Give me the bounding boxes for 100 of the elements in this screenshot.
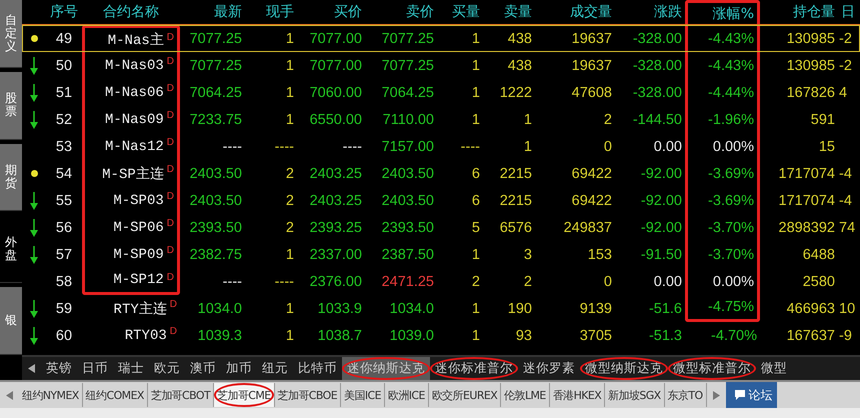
table-cell-text: 1 — [470, 246, 481, 264]
market-tab[interactable]: 英镑 — [41, 357, 77, 380]
market-tab[interactable]: 加币 — [221, 357, 257, 380]
table-cell-text: 58 — [54, 272, 74, 292]
table-cell-text: 2393.50 — [188, 218, 243, 238]
quote-row[interactable]: 60 RTY03 D 1039.3 1 1038.7 1039.0 1 93 3705 -51.3 -4.70% 167637 -9 — [22, 322, 860, 349]
exchange-tab[interactable]: 芝加哥CME — [214, 383, 275, 407]
table-cell-text: 47608 — [570, 84, 613, 102]
table-cell: 0.00% — [685, 133, 760, 160]
flag-label: D — [170, 299, 177, 310]
table-cell-text: -328.00 — [632, 30, 683, 48]
market-tab[interactable]: 澳币 — [185, 357, 221, 380]
exchange-tab[interactable]: 纽约NYMEX — [19, 383, 83, 407]
table-cell-text: 153 — [586, 246, 613, 264]
quote-row[interactable]: 53 M-Nas12 D ---- ---- ---- 7157.00 ---- 1 0 0.00 0.00% 15 — [22, 133, 860, 160]
sidebar-tab[interactable]: 期货 — [0, 144, 22, 212]
column-header[interactable]: 涨跌 — [615, 0, 685, 24]
table-cell-text: 6576 — [498, 218, 533, 238]
table-cell-text: 2403.50 — [188, 164, 243, 184]
exchange-tab[interactable]: 欧交所EUREX — [428, 383, 502, 407]
table-cell-text: 0 — [602, 272, 613, 292]
table-cell: -4.75% — [685, 295, 760, 322]
exchange-tab[interactable]: 芝加哥CBOE — [274, 383, 342, 407]
table-cell-text: 7077.25 — [380, 30, 435, 48]
market-tab[interactable]: 迷你罗素 — [518, 357, 580, 380]
table-cell-text: 1039.3 — [196, 326, 243, 346]
flag-label: D — [166, 32, 174, 43]
market-tab[interactable]: 纽元 — [257, 357, 293, 380]
table-cell-text: 74 — [838, 218, 856, 238]
flag-label: D — [166, 191, 174, 202]
table-cell-text: 10 — [838, 300, 856, 318]
table-cell-text: 0.00 — [652, 138, 683, 156]
column-header[interactable]: 卖量 — [483, 0, 535, 24]
flag-label: D — [166, 110, 174, 121]
market-tab[interactable]: 日币 — [77, 357, 113, 380]
table-cell-text: 2 — [284, 192, 295, 210]
table-cell-text: 2393.50 — [380, 218, 435, 238]
column-header[interactable]: 持仓量 — [760, 0, 838, 24]
quote-row[interactable]: 52 M-Nas09 D 7233.75 1 6550.00 7110.00 1 1 2 -144.50 -1.96% 591 — [22, 106, 860, 133]
table-cell-text: -144.50 — [632, 110, 683, 130]
table-cell-text: 1 — [284, 300, 295, 318]
flag-label: D — [166, 137, 174, 148]
market-tab[interactable]: 微型 — [756, 357, 792, 380]
table-cell-text: -51.6 — [648, 300, 683, 318]
column-header[interactable]: 买量 — [437, 0, 483, 24]
quote-row[interactable]: 56 M-SP06 D 2393.50 2 2393.25 2393.50 5 6576 249837 -92.00 -3.70% 2898392 74 — [22, 214, 860, 241]
table-cell-text: 1 — [284, 30, 295, 48]
column-header[interactable]: 现手 — [245, 0, 297, 24]
column-header[interactable]: 合约名称 — [82, 0, 180, 24]
column-header[interactable]: 最新 — [180, 0, 245, 24]
table-cell-text: 1 — [284, 246, 295, 264]
table-cell-text: ---- — [274, 272, 295, 292]
table-cell-text: 2580 — [802, 272, 836, 292]
quote-row[interactable]: 50 M-Nas03 D 7077.25 1 7077.00 7077.25 1 438 19637 -328.00 -4.43% 130985 -2 — [22, 52, 860, 79]
table-cell-text: 50 — [54, 56, 74, 76]
table-cell-text: 1038.7 — [316, 326, 363, 346]
table-cell-text: 1033.9 — [316, 300, 363, 318]
exchange-tab[interactable]: 美国ICE — [341, 383, 385, 407]
market-tab[interactable]: 瑞士 — [113, 357, 149, 380]
quote-row[interactable]: 57 M-SP09 D 2382.75 1 2337.00 2387.50 1 3 153 -91.50 -3.70% 6488 — [22, 241, 860, 268]
exchange-tab[interactable]: 欧洲ICE — [384, 383, 429, 407]
market-tab[interactable]: 比特币 — [293, 357, 342, 380]
table-cell-text: -92.00 — [640, 192, 683, 210]
table-cell-text: 7233.75 — [188, 110, 243, 130]
sidebar-tab[interactable]: 股票 — [0, 72, 22, 140]
quote-row[interactable]: 58 M-SP12 D ---- ---- 2376.00 2471.25 2 2 0 0.00 0.00% 2580 — [22, 268, 860, 295]
quote-row[interactable]: 55 M-SP03 D 2403.50 2 2403.25 2403.50 6 2215 69422 -92.00 -3.69% 1717074 -4 — [22, 187, 860, 214]
quote-row[interactable]: 59 RTY主连 D 1034.0 1 1033.9 1034.0 1 190 9139 -51.6 -4.75% 466963 10 — [22, 295, 860, 322]
table-cell: -3.70% — [685, 214, 760, 241]
table-cell-text: 7064.25 — [380, 84, 435, 102]
contract-name: M-Nas09 — [104, 112, 164, 128]
column-header[interactable]: 涨幅% — [685, 0, 760, 24]
sidebar-tab[interactable]: 银 — [0, 287, 22, 355]
quote-row[interactable]: 51 M-Nas06 D 7064.25 1 7060.00 7064.25 1 1222 47608 -328.00 -4.44% 167826 4 — [22, 79, 860, 106]
column-header[interactable]: 卖价 — [365, 0, 437, 24]
market-tab[interactable]: 欧元 — [149, 357, 185, 380]
contract-name: RTY主连 — [114, 300, 167, 318]
column-header[interactable]: 成交量 — [535, 0, 615, 24]
exchange-tab[interactable]: 东京TO — [664, 383, 707, 407]
table-cell-text: 6 — [470, 192, 481, 210]
column-header[interactable]: 日 — [838, 0, 860, 24]
table-cell-text: -4.70% — [710, 326, 758, 346]
table-cell-text: 130985 — [786, 56, 836, 76]
market-tab[interactable]: 迷你纳斯达克 — [342, 357, 430, 380]
column-header[interactable]: 序号 — [46, 0, 82, 24]
table-cell-text: 7077.25 — [380, 56, 435, 76]
exchange-tab[interactable]: 纽约COMEX — [82, 383, 148, 407]
quote-row[interactable]: 49 M-Nas主 D 7077.25 1 7077.00 7077.25 1 438 19637 -328.00 -4.43% 130985 -2 — [22, 25, 860, 52]
table-cell-text: 7077.25 — [188, 30, 243, 48]
left-triangle-icon — [28, 364, 35, 373]
column-header[interactable]: 买价 — [297, 0, 365, 24]
table-cell-text: 2215 — [498, 164, 533, 184]
table-cell-text: 69422 — [570, 164, 613, 184]
sidebar-tab[interactable]: 自定义 — [0, 0, 22, 68]
quote-row[interactable]: 54 M-SP主连 D 2403.50 2 2403.25 2403.50 6 2215 69422 -92.00 -3.69% 1717074 -4 — [22, 160, 860, 187]
exchange-tab[interactable]: 伦敦LME — [501, 383, 550, 407]
exchange-tab[interactable]: 香港HKEX — [550, 383, 606, 407]
exchange-tab[interactable]: 新加坡SGX — [605, 383, 665, 407]
flag-label: D — [166, 245, 174, 256]
forum-button[interactable]: 论坛 — [726, 382, 777, 408]
